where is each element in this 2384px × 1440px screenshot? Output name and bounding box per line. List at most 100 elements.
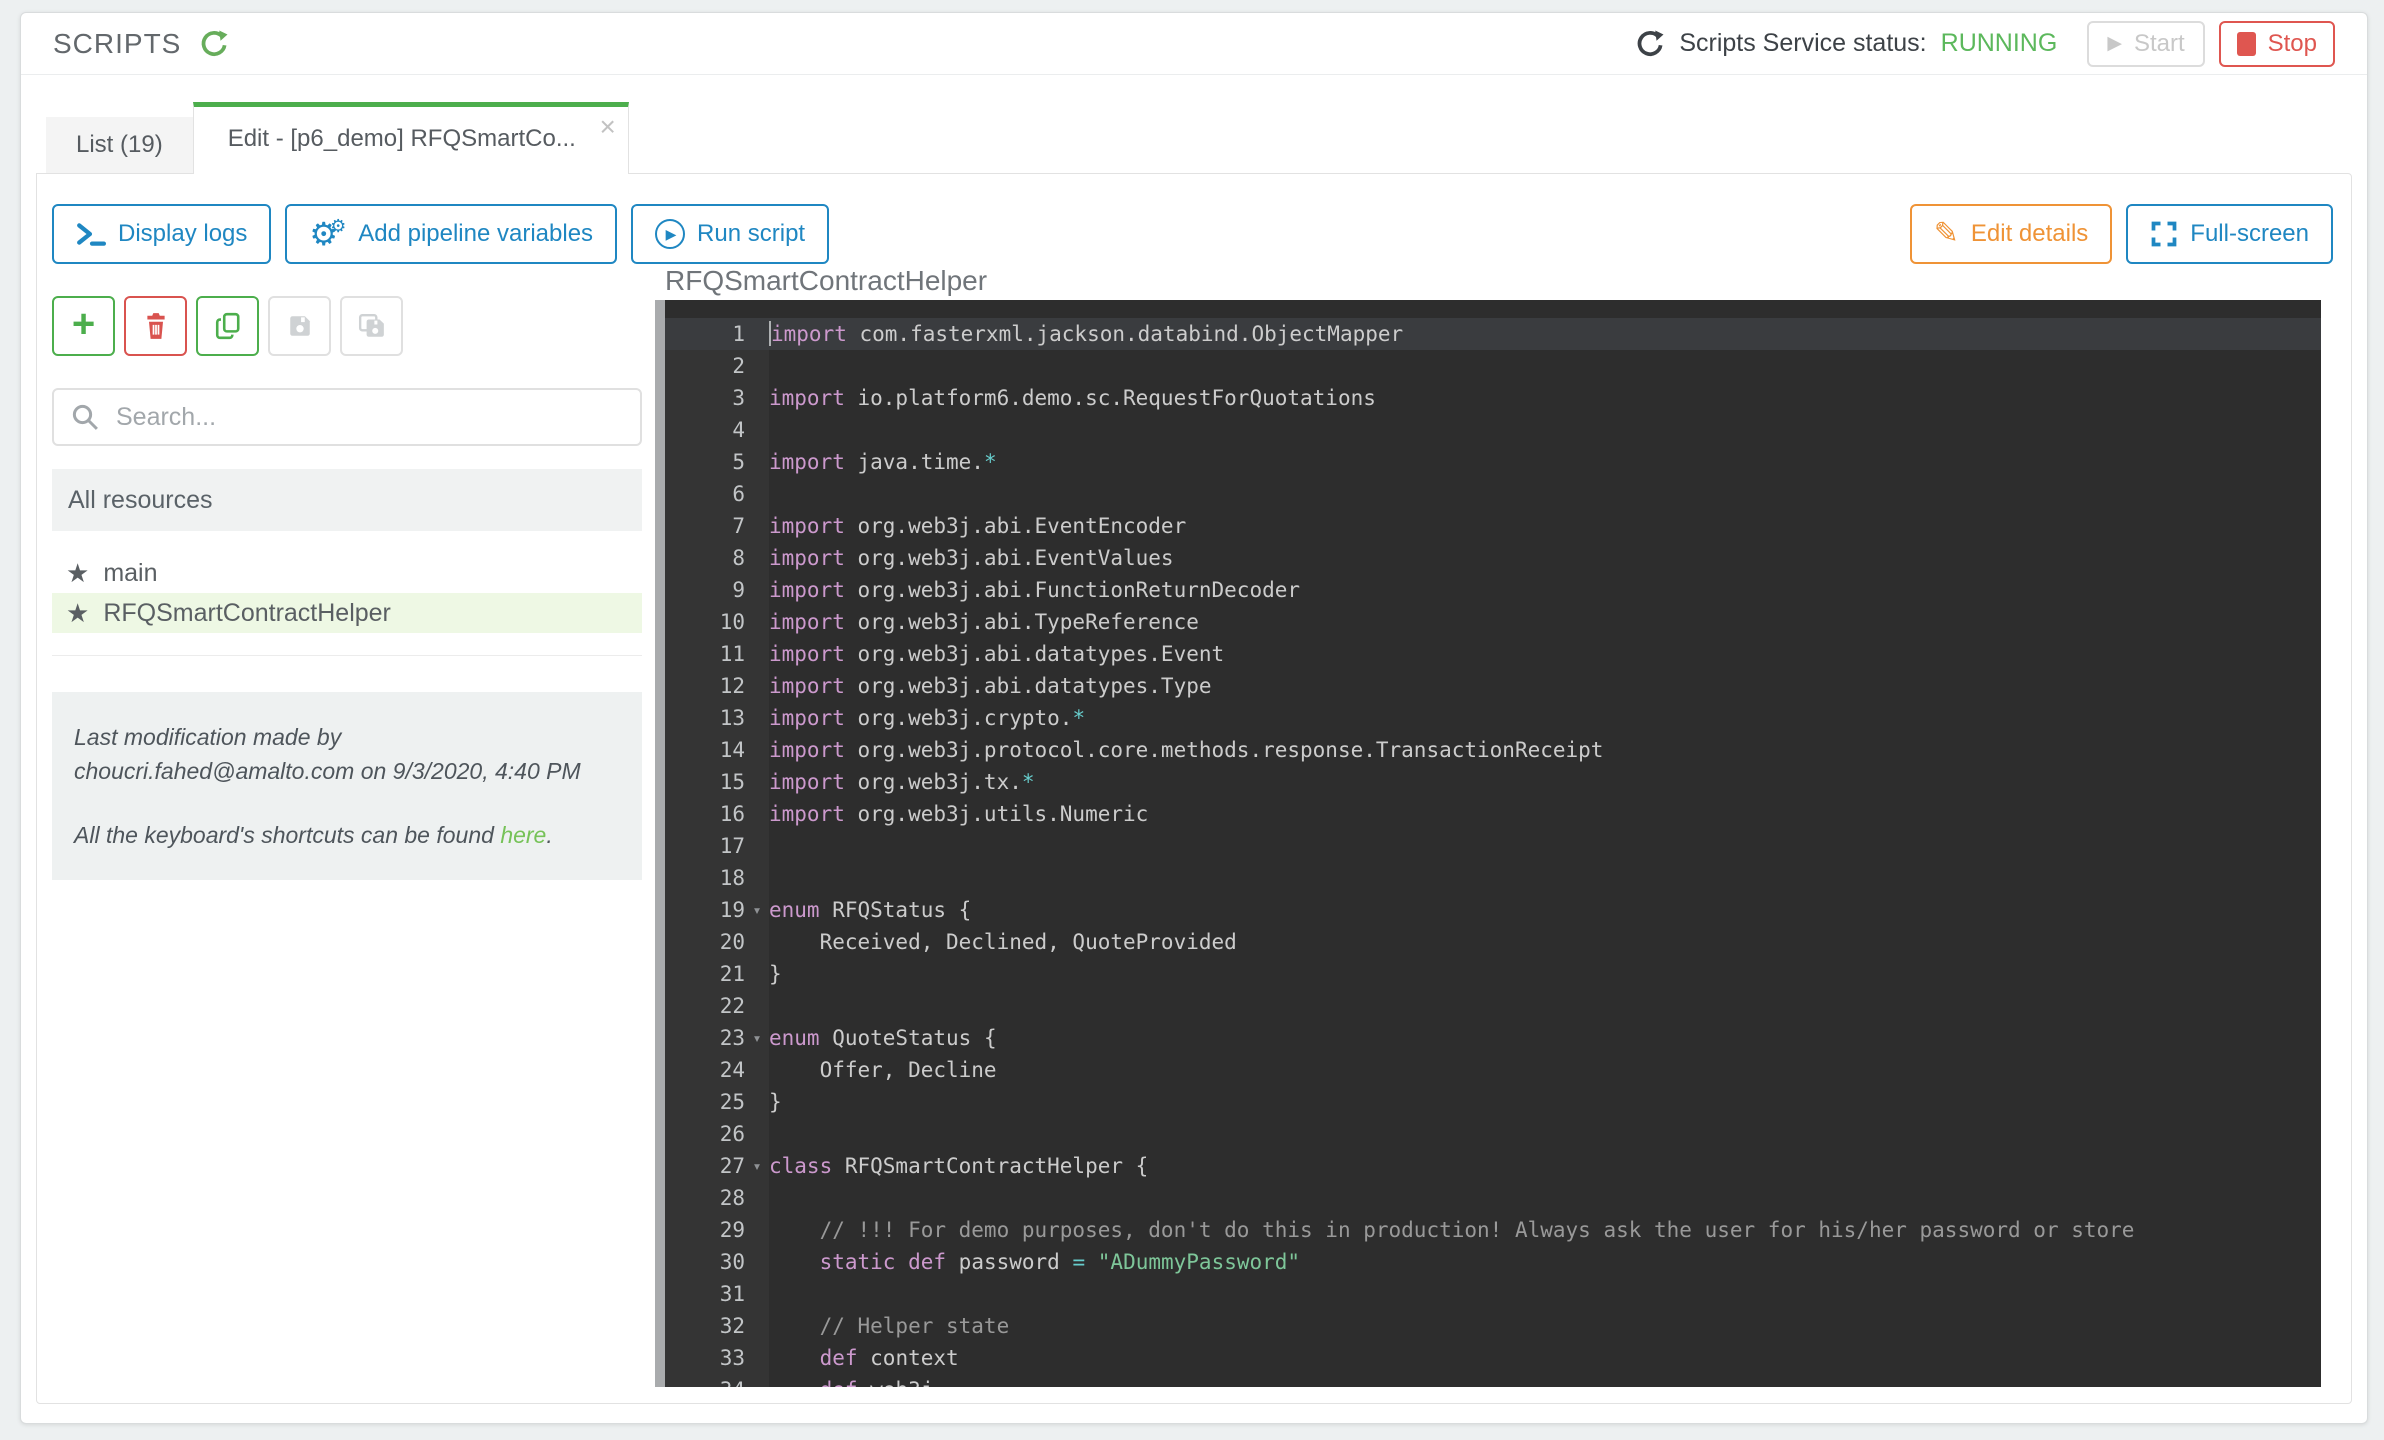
- tab-edit[interactable]: Edit - [p6_demo] RFQSmartCo... ×: [193, 102, 629, 174]
- display-logs-button[interactable]: Display logs: [52, 204, 271, 264]
- fold-arrow-icon[interactable]: ▾: [745, 1150, 769, 1182]
- search-input[interactable]: [52, 388, 642, 446]
- copy-resource-button[interactable]: [196, 296, 259, 356]
- code-line[interactable]: 29 // !!! For demo purposes, don't do th…: [665, 1214, 2321, 1246]
- fold-spacer: [745, 990, 769, 1022]
- code-line[interactable]: 33 def context: [665, 1342, 2321, 1374]
- shortcuts-link[interactable]: here: [500, 822, 546, 848]
- code-text: Received, Declined, QuoteProvided: [769, 926, 1237, 958]
- delete-resource-button[interactable]: [124, 296, 187, 356]
- stop-button[interactable]: Stop: [2219, 21, 2335, 67]
- code-text: import org.web3j.utils.Numeric: [769, 798, 1148, 830]
- code-text: Offer, Decline: [769, 1054, 997, 1086]
- code-text: enum RFQStatus {: [769, 894, 971, 926]
- gutter: 4: [665, 414, 769, 446]
- resource-item-rfqsmartcontracthelper[interactable]: ★ RFQSmartContractHelper: [52, 593, 642, 633]
- close-icon[interactable]: ×: [599, 113, 615, 141]
- code-text: // Helper state: [769, 1310, 1009, 1342]
- code-line[interactable]: 2: [665, 350, 2321, 382]
- trash-icon: [143, 312, 169, 340]
- run-script-button[interactable]: ▶ Run script: [631, 204, 829, 264]
- code-line[interactable]: 22: [665, 990, 2321, 1022]
- gutter: 16: [665, 798, 769, 830]
- code-line[interactable]: 24 Offer, Decline: [665, 1054, 2321, 1086]
- scripts-card: SCRIPTS Scripts Service status: RUNNING …: [20, 12, 2368, 1424]
- fold-arrow-icon[interactable]: ▾: [745, 1022, 769, 1054]
- code-line[interactable]: 5import java.time.*: [665, 446, 2321, 478]
- fold-spacer: [745, 1118, 769, 1150]
- full-screen-button[interactable]: Full-screen: [2126, 204, 2333, 264]
- code-line[interactable]: 28: [665, 1182, 2321, 1214]
- tab-list[interactable]: List (19): [46, 117, 193, 173]
- code-line[interactable]: 12import org.web3j.abi.datatypes.Type: [665, 670, 2321, 702]
- code-line[interactable]: 25}: [665, 1086, 2321, 1118]
- line-number: 16: [665, 798, 745, 830]
- gutter: 13: [665, 702, 769, 734]
- code-line[interactable]: 34 def web3j: [665, 1374, 2321, 1387]
- terminal-icon: [76, 220, 106, 248]
- refresh-icon[interactable]: [199, 29, 229, 59]
- code-line[interactable]: 14import org.web3j.protocol.core.methods…: [665, 734, 2321, 766]
- editor-scrollbar[interactable]: [655, 300, 665, 1387]
- code-line[interactable]: 10import org.web3j.abi.TypeReference: [665, 606, 2321, 638]
- code-line[interactable]: 16 import org.web3j.utils.Numeric: [665, 798, 2321, 830]
- resource-item-main[interactable]: ★ main: [52, 553, 642, 593]
- code-line[interactable]: 21}: [665, 958, 2321, 990]
- code-line[interactable]: 32 // Helper state: [665, 1310, 2321, 1342]
- service-status-value: RUNNING: [1941, 29, 2058, 58]
- line-number: 32: [665, 1310, 745, 1342]
- copy-icon: [215, 312, 241, 340]
- gutter: 18: [665, 862, 769, 894]
- save-resource-button[interactable]: [268, 296, 331, 356]
- code-line[interactable]: 18: [665, 862, 2321, 894]
- code-line[interactable]: 3import io.platform6.demo.sc.RequestForQ…: [665, 382, 2321, 414]
- fold-spacer: [745, 382, 769, 414]
- code-line[interactable]: 11import org.web3j.abi.datatypes.Event: [665, 638, 2321, 670]
- code-line[interactable]: 9import org.web3j.abi.FunctionReturnDeco…: [665, 574, 2321, 606]
- service-refresh-icon[interactable]: [1635, 29, 1665, 59]
- code-line[interactable]: 4: [665, 414, 2321, 446]
- code-line[interactable]: 7import org.web3j.abi.EventEncoder: [665, 510, 2321, 542]
- code-line[interactable]: 17: [665, 830, 2321, 862]
- code-line[interactable]: 13import org.web3j.crypto.*: [665, 702, 2321, 734]
- code-line[interactable]: 15import org.web3j.tx.*: [665, 766, 2321, 798]
- line-number: 21: [665, 958, 745, 990]
- code-line[interactable]: 30 static def password = "ADummyPassword…: [665, 1246, 2321, 1278]
- code-line[interactable]: 6: [665, 478, 2321, 510]
- modification-info-box: Last modification made by choucri.fahed@…: [52, 692, 642, 880]
- code-line[interactable]: 20 Received, Declined, QuoteProvided: [665, 926, 2321, 958]
- code-line[interactable]: 1import com.fasterxml.jackson.databind.O…: [665, 318, 2321, 350]
- add-pipeline-variables-button[interactable]: ⚙⚙ Add pipeline variables: [285, 204, 617, 264]
- gutter: 21: [665, 958, 769, 990]
- code-line[interactable]: 26: [665, 1118, 2321, 1150]
- add-resource-button[interactable]: +: [52, 296, 115, 356]
- shortcuts-note: All the keyboard's shortcuts can be foun…: [74, 818, 620, 852]
- code-line[interactable]: 27▾class RFQSmartContractHelper {: [665, 1150, 2321, 1182]
- code-line[interactable]: 31: [665, 1278, 2321, 1310]
- expand-icon: [2150, 220, 2178, 248]
- line-number: 11: [665, 638, 745, 670]
- gutter: 7: [665, 510, 769, 542]
- resource-actions: +: [52, 296, 642, 356]
- fold-arrow-icon[interactable]: ▾: [745, 894, 769, 926]
- code-text: }: [769, 958, 782, 990]
- line-number: 20: [665, 926, 745, 958]
- line-number: 2: [665, 350, 745, 382]
- edit-details-button[interactable]: ✎ Edit details: [1910, 204, 2113, 264]
- line-number: 26: [665, 1118, 745, 1150]
- gutter: 33: [665, 1342, 769, 1374]
- gutter: 11: [665, 638, 769, 670]
- save-all-button[interactable]: [340, 296, 403, 356]
- play-icon: ▶: [2107, 32, 2122, 55]
- code-editor[interactable]: 1import com.fasterxml.jackson.databind.O…: [655, 300, 2321, 1387]
- workspace: +: [37, 264, 2351, 1387]
- code-line[interactable]: 19▾enum RFQStatus {: [665, 894, 2321, 926]
- start-button[interactable]: ▶ Start: [2087, 21, 2204, 67]
- gutter: 10: [665, 606, 769, 638]
- code-line[interactable]: 23▾enum QuoteStatus {: [665, 1022, 2321, 1054]
- code-text: import org.web3j.abi.EventEncoder: [769, 510, 1186, 542]
- code-line[interactable]: 8import org.web3j.abi.EventValues: [665, 542, 2321, 574]
- line-number: 25: [665, 1086, 745, 1118]
- fold-spacer: [745, 542, 769, 574]
- card-header: SCRIPTS Scripts Service status: RUNNING …: [21, 13, 2367, 75]
